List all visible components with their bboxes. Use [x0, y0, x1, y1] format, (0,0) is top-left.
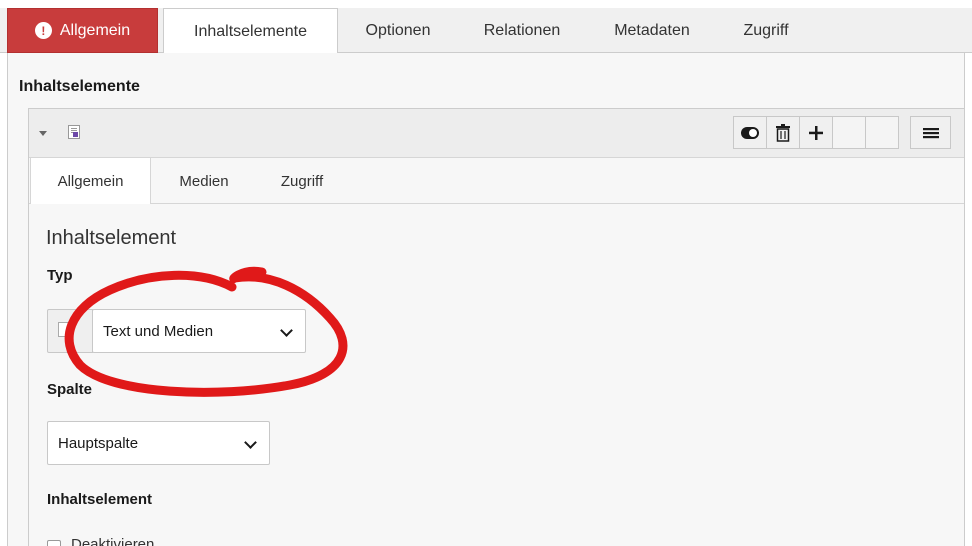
red-annotation-circle	[64, 266, 348, 397]
